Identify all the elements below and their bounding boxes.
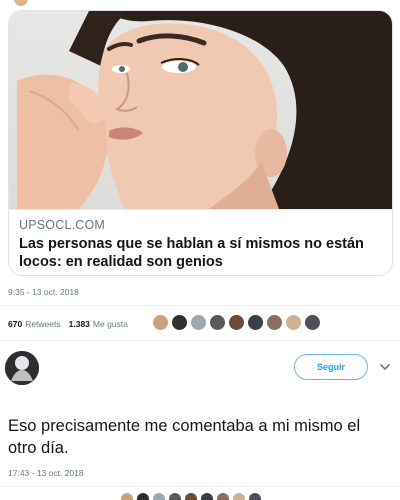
- liker-avatar[interactable]: [200, 492, 214, 500]
- divider: [0, 486, 400, 487]
- portrait-image: [17, 11, 392, 209]
- liker-avatar[interactable]: [304, 314, 321, 331]
- tweet-timestamp[interactable]: 9:35 - 13 oct. 2018: [8, 287, 79, 297]
- liker-avatar[interactable]: [190, 314, 207, 331]
- liker-avatars: [152, 314, 323, 331]
- reply-liker-avatars: [120, 492, 264, 500]
- card-image: [9, 11, 392, 209]
- chevron-down-icon[interactable]: [378, 360, 392, 374]
- liker-avatar[interactable]: [232, 492, 246, 500]
- liker-avatar[interactable]: [168, 492, 182, 500]
- liker-avatar[interactable]: [209, 314, 226, 331]
- tweet-stats: 670 Retweets 1.383 Me gusta: [8, 316, 128, 332]
- retweets-count[interactable]: 670: [8, 319, 22, 329]
- likes-label[interactable]: Me gusta: [93, 319, 128, 329]
- liker-avatar[interactable]: [248, 492, 262, 500]
- avatar[interactable]: [14, 0, 28, 6]
- avatar-image: [5, 351, 39, 385]
- divider: [0, 305, 400, 306]
- liker-avatar[interactable]: [285, 314, 302, 331]
- link-card[interactable]: UPSOCL.COM Las personas que se hablan a …: [8, 10, 393, 276]
- liker-avatar[interactable]: [120, 492, 134, 500]
- card-body: UPSOCL.COM Las personas que se hablan a …: [9, 209, 392, 275]
- retweets-label[interactable]: Retweets: [25, 319, 60, 329]
- card-domain: UPSOCL.COM: [19, 218, 106, 232]
- liker-avatar[interactable]: [136, 492, 150, 500]
- liker-avatar[interactable]: [266, 314, 283, 331]
- liker-avatar[interactable]: [247, 314, 264, 331]
- liker-avatar[interactable]: [228, 314, 245, 331]
- card-title[interactable]: Las personas que se hablan a sí mismos n…: [19, 235, 382, 271]
- liker-avatar[interactable]: [152, 314, 169, 331]
- divider: [0, 340, 400, 341]
- liker-avatar[interactable]: [216, 492, 230, 500]
- liker-avatar[interactable]: [184, 492, 198, 500]
- reply-text: Eso precisamente me comentaba a mi mismo…: [8, 417, 361, 457]
- liker-avatar[interactable]: [152, 492, 166, 500]
- likes-count[interactable]: 1.383: [69, 319, 90, 329]
- reply-timestamp[interactable]: 17:43 - 13 oct. 2018: [8, 468, 84, 478]
- top-strip: [0, 0, 400, 8]
- follow-button[interactable]: Seguir: [294, 354, 368, 380]
- reply-avatar[interactable]: [5, 351, 39, 385]
- liker-avatar[interactable]: [171, 314, 188, 331]
